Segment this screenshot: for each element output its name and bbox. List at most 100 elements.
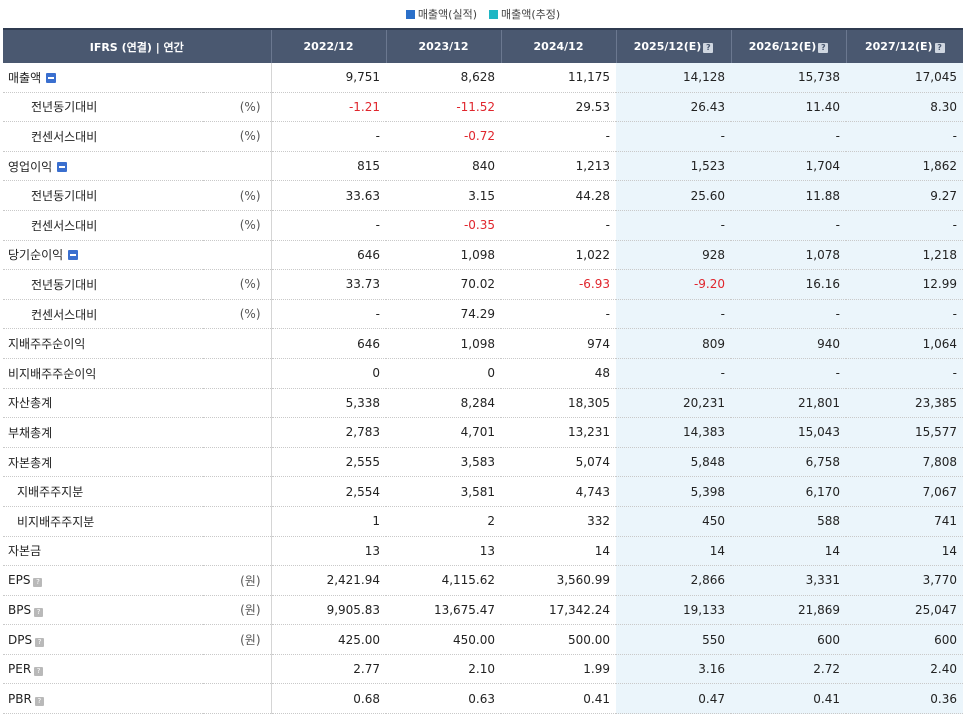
row-label: 영업이익 <box>3 151 203 182</box>
row-label: 자본총계 <box>3 447 203 478</box>
help-icon[interactable]: ? <box>35 637 45 647</box>
row-label: EPS? <box>3 565 203 596</box>
table-cell: 9,905.83 <box>271 595 387 626</box>
row-unit <box>203 63 272 93</box>
table-cell: 2,866 <box>616 565 732 596</box>
header-col-4-label: 2026/12(E) <box>748 40 817 53</box>
table-cell: 19,133 <box>616 595 732 626</box>
help-icon[interactable]: ? <box>703 43 714 53</box>
header-col-3: 2025/12(E)? <box>616 28 732 63</box>
help-icon[interactable]: ? <box>934 43 945 53</box>
table-cell: - <box>501 210 617 241</box>
table-row: 매출액 9,751 8,628 11,175 14,128 15,738 17,045 <box>3 63 964 93</box>
header-basis-label: IFRS (연결) | 연간 <box>3 28 272 63</box>
row-unit <box>203 447 272 478</box>
table-cell: 646 <box>271 328 387 359</box>
row-unit: (%) <box>203 121 272 152</box>
table-cell: - <box>271 121 387 152</box>
table-cell: 840 <box>386 151 502 182</box>
legend-item-actual[interactable]: 매출액(실적) <box>405 6 477 22</box>
table-cell: 1,098 <box>386 328 502 359</box>
table-cell: 6,758 <box>731 447 847 478</box>
table-cell: 2.40 <box>846 654 964 685</box>
table-cell: 11,175 <box>501 63 617 93</box>
row-unit: (%) <box>203 299 272 330</box>
table-cell: -6.93 <box>501 269 617 300</box>
table-cell: 29.53 <box>501 92 617 123</box>
table-cell: 74.29 <box>386 299 502 330</box>
table-cell: 11.88 <box>731 180 847 211</box>
expand-toggle-icon[interactable] <box>57 161 68 172</box>
table-cell: 18,305 <box>501 388 617 419</box>
table-cell: 14 <box>616 536 732 567</box>
table-cell: 13 <box>386 536 502 567</box>
table-cell: - <box>846 299 964 330</box>
table-cell: 1,098 <box>386 240 502 271</box>
table-cell: 2 <box>386 506 502 537</box>
table-cell: 0.63 <box>386 683 502 714</box>
table-cell: - <box>501 299 617 330</box>
row-unit <box>203 476 272 507</box>
row-label: 자본금 <box>3 536 203 567</box>
table-cell: 9,751 <box>271 63 387 93</box>
help-icon[interactable]: ? <box>34 667 44 677</box>
row-unit <box>203 388 272 419</box>
legend-label-estimate: 매출액(추정) <box>501 8 561 21</box>
table-cell: - <box>731 121 847 152</box>
row-label-text: 컨센서스대비 <box>31 129 98 144</box>
header-col-2: 2024/12 <box>501 28 617 63</box>
help-icon[interactable]: ? <box>33 578 43 588</box>
table-row: 자본총계 2,555 3,583 5,074 5,848 6,758 7,808 <box>3 447 964 478</box>
row-unit: (원) <box>203 624 272 655</box>
table-row: 영업이익 815 840 1,213 1,523 1,704 1,862 <box>3 151 964 182</box>
table-cell: 0.41 <box>501 683 617 714</box>
table-cell: 0 <box>271 358 387 389</box>
table-cell: -11.52 <box>386 92 502 123</box>
help-icon[interactable]: ? <box>34 696 44 706</box>
table-cell: 3.16 <box>616 654 732 685</box>
table-cell: 7,067 <box>846 476 964 507</box>
table-row: EPS? (원) 2,421.94 4,115.62 3,560.99 2,866 3,33… <box>3 565 964 596</box>
expand-toggle-icon[interactable] <box>68 250 79 261</box>
help-icon[interactable]: ? <box>818 43 829 53</box>
table-cell: 3,331 <box>731 565 847 596</box>
expand-toggle-icon[interactable] <box>46 72 57 83</box>
table-cell: 14 <box>731 536 847 567</box>
table-header-row: IFRS (연결) | 연간 2022/12 2023/12 2024/12 2… <box>3 28 964 63</box>
row-label: PBR? <box>3 683 203 714</box>
table-cell: - <box>271 299 387 330</box>
table-cell: 3,581 <box>386 476 502 507</box>
table-cell: 21,801 <box>731 388 847 419</box>
table-cell: 5,848 <box>616 447 732 478</box>
row-label: 비지배주주순이익 <box>3 358 203 389</box>
table-cell: 2.77 <box>271 654 387 685</box>
table-cell: 15,738 <box>731 63 847 93</box>
legend-item-estimate[interactable]: 매출액(추정) <box>489 6 560 22</box>
row-label-text: BPS <box>8 602 32 617</box>
table-cell: 8,628 <box>386 63 502 93</box>
table-cell: 5,074 <box>501 447 617 478</box>
table-cell: 4,115.62 <box>386 565 502 596</box>
help-icon[interactable]: ? <box>34 607 44 617</box>
row-label: 지배주주순이익 <box>3 328 203 359</box>
row-label: 전년동기대비 <box>3 269 203 300</box>
table-cell: 33.73 <box>271 269 387 300</box>
row-label-text: 자본총계 <box>8 455 53 470</box>
table-cell: - <box>846 358 964 389</box>
row-label: 비지배주주지분 <box>3 506 203 537</box>
table-cell: 0.36 <box>846 683 964 714</box>
table-cell: 2,783 <box>271 417 387 448</box>
table-cell: 26.43 <box>616 92 732 123</box>
table-row: PBR? 0.68 0.63 0.41 0.47 0.41 0.36 <box>3 683 964 714</box>
header-col-3-label: 2025/12(E) <box>633 40 702 53</box>
table-cell: 17,045 <box>846 63 964 93</box>
table-cell: 9.27 <box>846 180 964 211</box>
header-col-0-label: 2022/12 <box>303 40 354 53</box>
row-label: 부채총계 <box>3 417 203 448</box>
header-col-5-label: 2027/12(E) <box>865 40 933 53</box>
row-label-text: PBR <box>8 691 32 706</box>
row-label-text: 전년동기대비 <box>31 277 98 292</box>
row-label-text: 지배주주순이익 <box>8 337 86 352</box>
row-unit: (원) <box>203 565 272 596</box>
header-col-5: 2027/12(E)? <box>846 28 964 63</box>
